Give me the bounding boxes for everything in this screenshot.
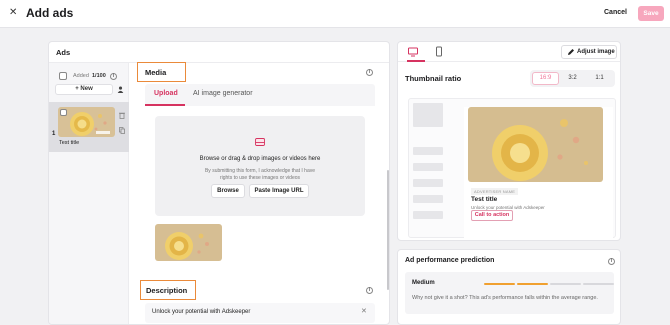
clear-icon[interactable]: ✕ xyxy=(361,307,367,315)
placeholder-line xyxy=(413,179,443,187)
ratio-3-2[interactable]: 3:2 xyxy=(559,72,586,85)
adjust-image-button[interactable]: Adjust image xyxy=(561,45,617,59)
dropzone-note: By submitting this form, I acknowledge t… xyxy=(204,168,316,181)
ratio-16-9[interactable]: 16:9 xyxy=(532,72,559,85)
description-field[interactable]: Unlock your potential with Adskeeper ✕ xyxy=(145,303,375,323)
desktop-icon xyxy=(408,47,418,57)
placeholder-block xyxy=(413,103,443,127)
ad-thumbnail xyxy=(58,107,115,137)
page-title: Add ads xyxy=(26,6,74,20)
duplicate-icon[interactable] xyxy=(119,127,125,134)
placeholder-line xyxy=(413,195,443,203)
ad-preview-image xyxy=(468,107,603,182)
description-heading-box: Description xyxy=(140,280,196,300)
performance-segment xyxy=(583,283,614,285)
adjust-image-label: Adjust image xyxy=(577,49,615,55)
ratio-1-1[interactable]: 1:1 xyxy=(586,72,613,85)
tab-mobile[interactable] xyxy=(428,42,450,62)
trash-icon[interactable] xyxy=(119,112,125,119)
ads-title: Ads xyxy=(56,48,71,57)
media-heading-box: Media xyxy=(137,62,186,82)
close-icon[interactable]: ✕ xyxy=(9,7,17,18)
description-value: Unlock your potential with Adskeeper xyxy=(152,309,251,315)
preview-panel: Adjust image Thumbnail ratio 16:9 3:2 1:… xyxy=(397,41,621,241)
media-title: Media xyxy=(145,68,167,77)
top-bar: ✕ Add ads Cancel Save xyxy=(0,0,670,28)
performance-panel: Ad performance prediction i Medium Why n… xyxy=(397,249,621,325)
device-tabs: Adjust image xyxy=(398,42,620,62)
ad-title: Test title xyxy=(59,140,80,146)
added-count: 1/100 xyxy=(92,73,106,79)
performance-box: Medium Why not give it a shot? This ad's… xyxy=(405,272,614,314)
ad-preview-title: Test title xyxy=(471,196,498,203)
media-info-icon[interactable]: i xyxy=(366,69,373,76)
ad-select-checkbox[interactable] xyxy=(60,109,67,116)
ad-preview-card: ADVERTISER NAME Test title Unlock your p… xyxy=(464,107,613,240)
ads-header: Ads xyxy=(49,42,389,63)
uploaded-image-thumbnail[interactable] xyxy=(155,224,222,261)
browse-button[interactable]: Browse xyxy=(211,184,245,198)
performance-message: Why not give it a shot? This ad's perfor… xyxy=(412,295,598,301)
tab-ai-image-generator[interactable]: AI image generator xyxy=(193,90,253,97)
paste-image-url-button[interactable]: Paste Image URL xyxy=(249,184,309,198)
save-button[interactable]: Save xyxy=(638,6,664,21)
advertiser-tag: ADVERTISER NAME xyxy=(471,188,519,195)
media-tabs: Upload AI image generator xyxy=(145,84,375,106)
dropzone-title: Browse or drag & drop images or videos h… xyxy=(199,156,321,162)
info-icon[interactable]: i xyxy=(110,73,117,80)
ads-list: Added 1/100 i + New 1 Test title xyxy=(49,63,129,324)
new-ad-button[interactable]: + New xyxy=(55,84,113,95)
placeholder-line xyxy=(413,163,443,171)
active-tab-indicator xyxy=(145,104,185,106)
performance-segment xyxy=(550,283,581,285)
ad-preview-mockup: ADVERTISER NAME Test title Unlock your p… xyxy=(408,98,616,240)
placeholder-line xyxy=(413,147,443,155)
cancel-button[interactable]: Cancel xyxy=(604,9,627,16)
select-all-checkbox[interactable] xyxy=(59,72,67,80)
description-info-icon[interactable]: i xyxy=(366,287,373,294)
tab-upload[interactable]: Upload xyxy=(154,90,178,97)
ratio-selector: 16:9 3:2 1:1 xyxy=(530,70,615,87)
ad-number: 1 xyxy=(52,131,56,137)
performance-info-icon[interactable]: i xyxy=(608,258,615,265)
upload-icon xyxy=(255,138,265,146)
call-to-action-button[interactable]: Call to action xyxy=(471,210,513,221)
tab-desktop[interactable] xyxy=(402,42,425,62)
added-label: Added xyxy=(73,73,89,79)
thumbnail-ratio-title: Thumbnail ratio xyxy=(405,74,462,83)
description-title: Description xyxy=(146,286,188,295)
scrollbar[interactable] xyxy=(387,170,389,290)
pencil-icon xyxy=(568,49,574,55)
active-device-indicator xyxy=(407,60,425,62)
performance-level: Medium xyxy=(412,280,435,286)
list-item[interactable]: 1 Test title xyxy=(49,102,129,152)
performance-segment xyxy=(517,283,548,285)
performance-title: Ad performance prediction xyxy=(405,257,495,264)
user-upload-icon[interactable] xyxy=(117,86,124,93)
mobile-icon xyxy=(436,46,442,57)
added-row: Added 1/100 i xyxy=(59,72,125,82)
placeholder-line xyxy=(413,211,443,219)
performance-segment xyxy=(484,283,515,285)
upload-dropzone[interactable]: Browse or drag & drop images or videos h… xyxy=(155,116,365,216)
